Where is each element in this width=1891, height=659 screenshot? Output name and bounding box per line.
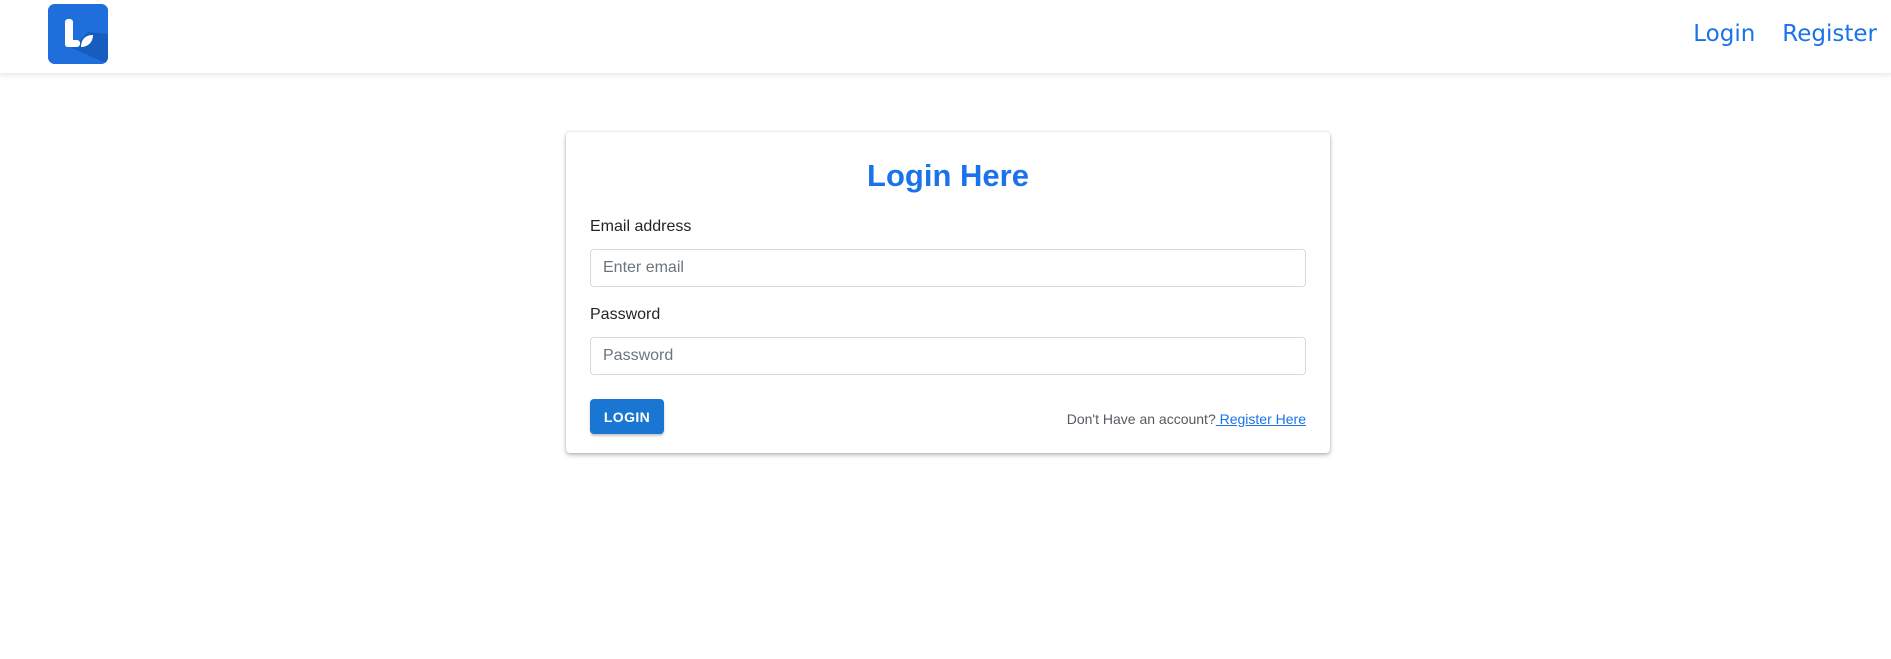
form-footer: LOGIN Don't Have an account? Register He…: [590, 399, 1306, 435]
login-title: Login Here: [867, 158, 1029, 193]
nav-links: Login Register: [1693, 16, 1877, 52]
signup-prompt-text: Don't Have an account?: [1066, 411, 1216, 427]
password-label: Password: [590, 306, 661, 323]
email-label: Email address: [590, 218, 692, 235]
login-button[interactable]: LOGIN: [590, 399, 664, 434]
nav-login-link[interactable]: Login: [1693, 16, 1755, 52]
brand-logo-icon[interactable]: [48, 4, 108, 64]
password-input[interactable]: [590, 337, 1306, 375]
login-card: Login Here Email address Password LOGIN …: [566, 132, 1330, 453]
nav-register-link[interactable]: Register: [1782, 16, 1877, 52]
email-input[interactable]: [590, 249, 1306, 287]
register-here-link[interactable]: Register Here: [1216, 411, 1306, 427]
signup-prompt-line: Don't Have an account? Register Here: [1067, 411, 1306, 427]
top-navbar: Login Register: [0, 0, 1891, 74]
